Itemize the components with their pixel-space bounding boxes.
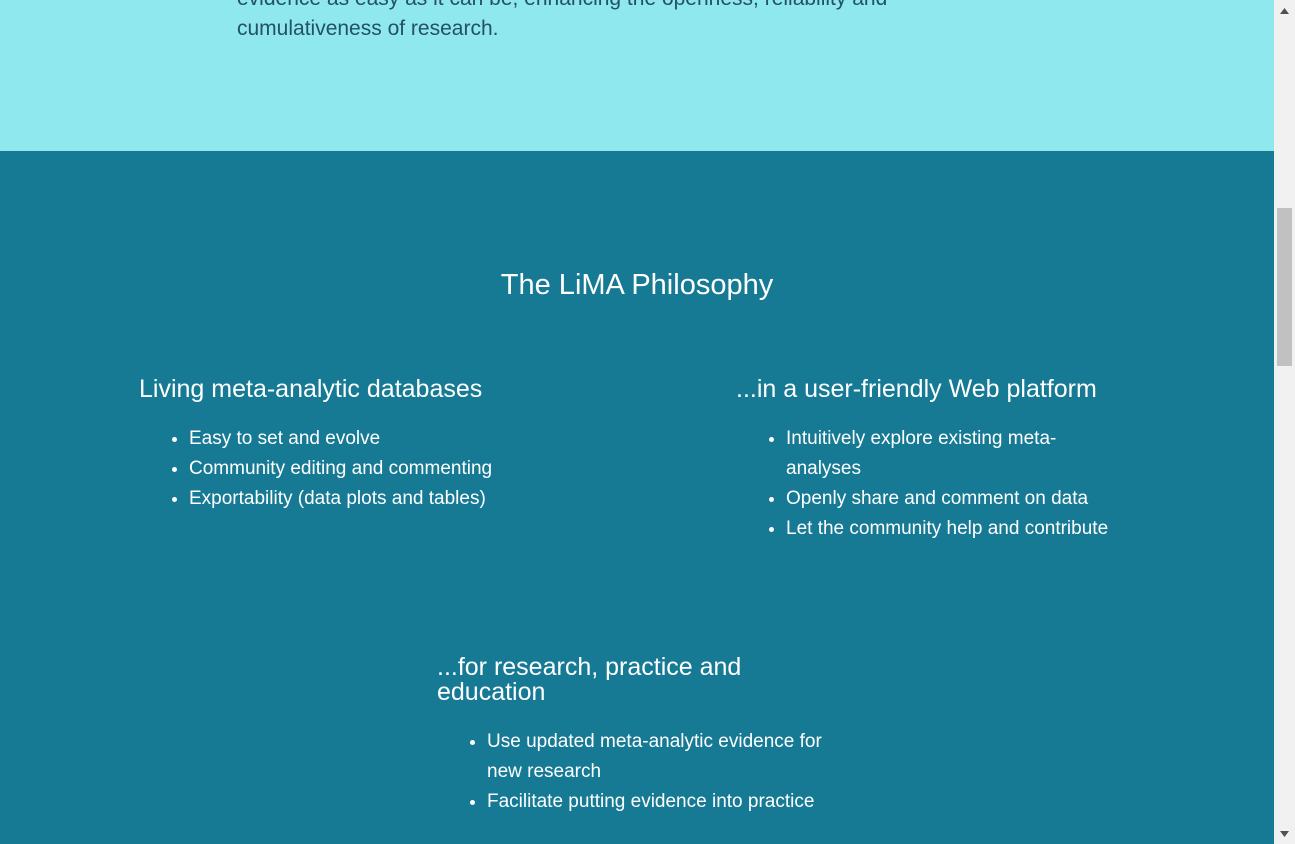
feature-list: Intuitively explore existing meta-analys…: [736, 424, 1126, 544]
scrollbar-thumb[interactable]: [1277, 208, 1292, 366]
intro-section: evidence as easy as it can be, enhancing…: [0, 0, 1274, 151]
column-heading: ...in a user-friendly Web platform: [736, 375, 1097, 403]
page-content: evidence as easy as it can be, enhancing…: [0, 0, 1274, 844]
feature-list: Easy to set and evolve Community editing…: [139, 424, 559, 514]
feature-column-research: ...for research, practice and education …: [437, 655, 837, 817]
section-title: The LiMA Philosophy: [500, 269, 774, 301]
triangle-down-icon: [1280, 830, 1289, 837]
intro-line-2: cumulativeness of research.: [237, 17, 499, 40]
scroll-down-button[interactable]: [1274, 825, 1295, 842]
list-item: Use updated meta-analytic evidence for n…: [487, 727, 837, 787]
list-item: Openly share and comment on data: [786, 484, 1126, 514]
browser-viewport: evidence as easy as it can be, enhancing…: [0, 0, 1295, 844]
scroll-up-button[interactable]: [1274, 2, 1295, 19]
feature-column-databases: Living meta-analytic databases Easy to s…: [139, 377, 559, 514]
list-item: Easy to set and evolve: [189, 424, 559, 454]
list-item: Community editing and commenting: [189, 454, 559, 484]
intro-paragraph: evidence as easy as it can be, enhancing…: [237, 0, 1037, 44]
column-heading: Living meta-analytic databases: [139, 375, 483, 403]
list-item: Facilitate putting evidence into practic…: [487, 787, 837, 817]
list-item: Let the community help and contribute: [786, 514, 1126, 544]
feature-list: Use updated meta-analytic evidence for n…: [437, 727, 837, 817]
list-item: Intuitively explore existing meta-analys…: [786, 424, 1126, 484]
column-heading: ...for research, practice and education: [437, 653, 742, 706]
triangle-up-icon: [1280, 7, 1289, 14]
feature-column-platform: ...in a user-friendly Web platform Intui…: [736, 377, 1126, 544]
philosophy-section: The LiMA Philosophy Living meta-analytic…: [0, 151, 1274, 844]
intro-line-1: evidence as easy as it can be, enhancing…: [237, 0, 887, 10]
vertical-scrollbar[interactable]: [1274, 0, 1295, 844]
list-item: Exportability (data plots and tables): [189, 484, 559, 514]
